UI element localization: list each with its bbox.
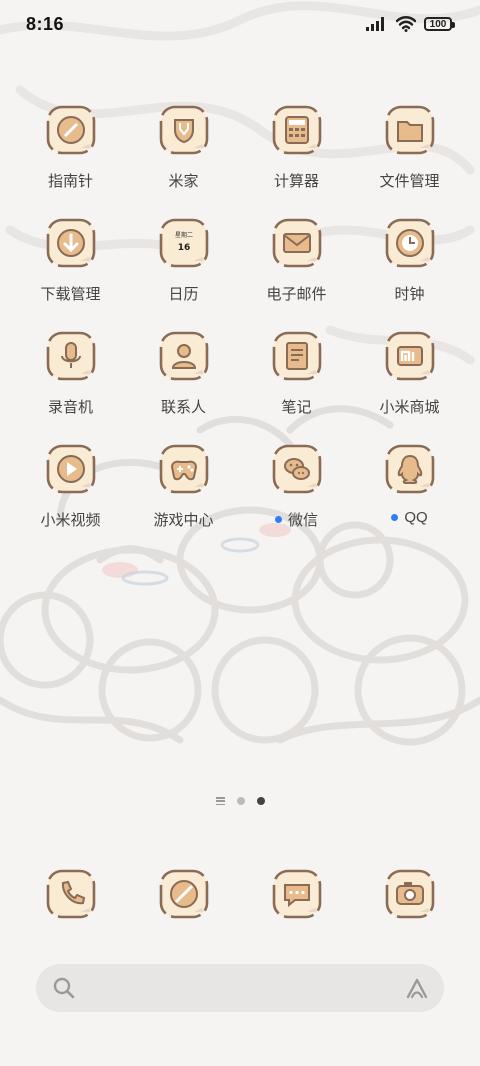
status-icons: 100 — [366, 16, 455, 32]
page-dot-1 — [236, 797, 245, 805]
app-label: 游戏中心 — [153, 512, 214, 529]
wifi-icon — [396, 16, 416, 32]
app-label: 微信 — [240, 509, 353, 530]
app-label: 文件管理 — [379, 173, 440, 190]
app-label: 时钟 — [394, 286, 425, 303]
signal-icon — [366, 17, 384, 31]
folder-icon — [385, 105, 434, 155]
app-email[interactable]: 电子邮件 — [240, 217, 353, 304]
app-recorder[interactable]: 录音机 — [14, 330, 127, 417]
app-label: QQ — [353, 509, 466, 526]
microphone-icon — [46, 331, 95, 381]
dock-browser[interactable] — [127, 868, 240, 920]
app-file-manager[interactable]: 文件管理 — [353, 104, 466, 191]
app-label: 录音机 — [47, 399, 93, 416]
phone-icon — [46, 869, 95, 919]
messages-icon — [272, 869, 321, 919]
calendar-day: 16 — [177, 243, 190, 253]
battery-icon: 100 — [424, 17, 455, 31]
notification-dot — [391, 514, 399, 521]
app-calculator[interactable]: 计算器 — [240, 104, 353, 191]
battery-level: 100 — [429, 18, 447, 30]
app-label: 日历 — [168, 286, 199, 303]
app-compass[interactable]: 指南针 — [14, 104, 127, 191]
video-icon — [46, 444, 95, 494]
game-controller-icon — [159, 444, 208, 494]
mail-icon — [272, 218, 321, 268]
calendar-icon: 星期二 16 — [159, 218, 208, 268]
app-mi-store[interactable]: 小米商城 — [353, 330, 466, 417]
contacts-icon — [159, 331, 208, 381]
app-wechat[interactable]: 微信 — [240, 443, 353, 530]
app-label: 电子邮件 — [266, 286, 327, 303]
dock-camera[interactable] — [353, 868, 466, 920]
download-icon — [46, 218, 95, 268]
app-label: 小米商城 — [379, 399, 440, 416]
page-dot-2-active — [256, 797, 265, 805]
wechat-icon — [272, 444, 321, 494]
app-mijia[interactable]: 米家 — [127, 104, 240, 191]
notes-icon — [272, 331, 321, 381]
calculator-icon — [272, 105, 321, 155]
mi-store-icon — [385, 331, 434, 381]
calendar-weekday: 星期二 — [174, 231, 192, 239]
dock-messages[interactable] — [240, 868, 353, 920]
app-notes[interactable]: 笔记 — [240, 330, 353, 417]
assistant-icon[interactable] — [404, 975, 430, 1001]
status-time: 8:16 — [26, 14, 65, 34]
page-indicator[interactable] — [0, 797, 480, 805]
search-bar[interactable] — [36, 964, 444, 1012]
mijia-icon — [159, 105, 208, 155]
app-label: 小米视频 — [40, 512, 101, 529]
app-label: 指南针 — [47, 173, 93, 190]
dock-phone[interactable] — [14, 868, 127, 920]
app-drawer-indicator-icon — [215, 797, 225, 805]
status-bar: 8:16 100 — [0, 0, 480, 50]
app-label: 笔记 — [281, 399, 312, 416]
app-mi-video[interactable]: 小米视频 — [14, 443, 127, 530]
app-contacts[interactable]: 联系人 — [127, 330, 240, 417]
app-qq[interactable]: QQ — [353, 443, 466, 526]
app-label: 下载管理 — [40, 286, 101, 303]
app-game-center[interactable]: 游戏中心 — [127, 443, 240, 530]
app-label: 米家 — [168, 173, 199, 190]
notification-dot — [274, 516, 282, 523]
qq-penguin-icon — [385, 444, 434, 494]
app-calendar[interactable]: 星期二 16 日历 — [127, 217, 240, 304]
browser-icon — [159, 869, 208, 919]
camera-icon — [385, 869, 434, 919]
app-downloads[interactable]: 下载管理 — [14, 217, 127, 304]
app-label: 联系人 — [160, 399, 206, 416]
app-clock[interactable]: 时钟 — [353, 217, 466, 304]
compass-icon — [46, 105, 95, 155]
clock-icon — [385, 218, 434, 268]
app-label: 计算器 — [273, 173, 319, 190]
search-icon — [53, 977, 75, 999]
